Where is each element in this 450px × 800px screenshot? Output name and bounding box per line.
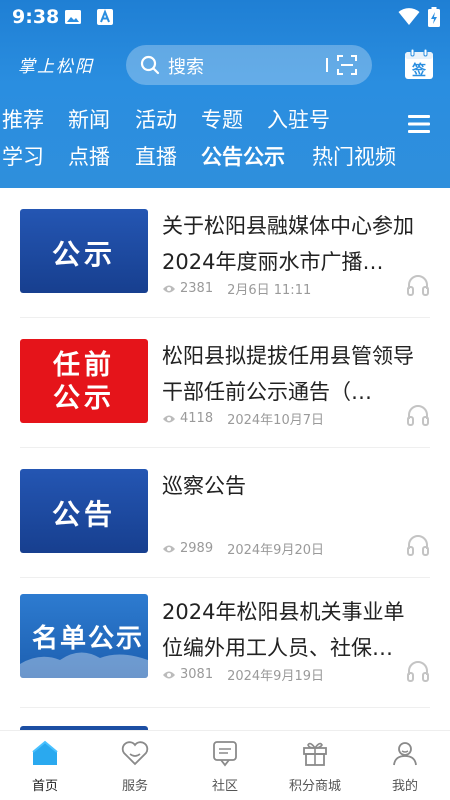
eye-icon [163, 671, 175, 678]
calendar-icon: 签 [405, 48, 433, 79]
article-meta: 4118 2024年10月7日 [162, 409, 324, 428]
headphone-icon[interactable] [406, 534, 430, 556]
search-bar[interactable]: 搜索 [126, 45, 372, 85]
eye-icon [163, 285, 175, 292]
status-bar: 9:38 [0, 0, 450, 34]
nav-tab-xuexi[interactable]: 学习 [2, 141, 44, 171]
headphone-icon[interactable] [406, 274, 430, 296]
sign-label: 签 [411, 62, 427, 79]
nav-tab-xinwen[interactable]: 新闻 [68, 104, 110, 134]
bottom-tab-bar: 首页 服务 社区 积分商城 我的 [0, 730, 450, 800]
article-thumbnail: 公示 [20, 209, 148, 293]
nav-tab-huodong[interactable]: 活动 [135, 104, 177, 134]
nav-tab-zhibo[interactable]: 直播 [135, 141, 177, 171]
tab-mine[interactable]: 我的 [360, 731, 450, 800]
view-count: 2989 [180, 541, 214, 556]
article-meta: 2381 2月6日 11:11 [162, 279, 311, 298]
thumbnail-text: 名单公示 [31, 624, 144, 654]
eye-icon [163, 415, 175, 422]
article-title: 关于松阳县融媒体中心参加2024年度丽水市广播… [162, 214, 414, 274]
article-title: 2024年松阳县机关事业单位编外用工人员、社保… [162, 600, 405, 660]
header: 9:38 掌上松阳 搜索 签 推荐 新闻 活动 专题 入驻号 学习 点播 直播 … [0, 0, 450, 188]
nav-tab-zhuanti[interactable]: 专题 [201, 104, 243, 134]
article-item[interactable]: 公示 关于松阳县融媒体中心参加2024年度丽水市广播… 2381 2月6日 11… [20, 188, 430, 318]
view-count: 4118 [180, 411, 214, 426]
gift-icon [303, 742, 327, 766]
headphone-icon[interactable] [406, 404, 430, 426]
image-icon [65, 10, 81, 24]
article-item[interactable]: 名单公示 2024年松阳县机关事业单位编外用工人员、社保… 3081 2024年… [20, 578, 430, 708]
publish-date: 2024年9月20日 [227, 543, 324, 558]
thumbnail-text: 公告 [51, 498, 116, 531]
view-count: 3081 [180, 667, 214, 682]
headphone-icon[interactable] [406, 660, 430, 682]
article-item-partial[interactable] [20, 708, 430, 730]
tab-label: 社区 [211, 779, 238, 794]
article-meta: 3081 2024年9月19日 [162, 665, 324, 684]
scan-icon[interactable] [336, 54, 358, 76]
tab-service[interactable]: 服务 [90, 731, 180, 800]
article-item[interactable]: 任前公示 松阳县拟提拔任用县管领导干部任前公示通告（… 4118 2024年10… [20, 318, 430, 448]
tab-home[interactable]: 首页 [0, 731, 90, 800]
search-placeholder: 搜索 [168, 57, 204, 78]
nav-tab-remenshipin[interactable]: 热门视频 [312, 141, 396, 171]
tab-label: 积分商城 [288, 779, 341, 794]
nav-tab-ruzhuhao[interactable]: 入驻号 [267, 104, 330, 134]
article-title: 巡察公告 [162, 474, 246, 498]
article-thumbnail: 任前公示 [20, 339, 148, 423]
article-list: 公示 关于松阳县融媒体中心参加2024年度丽水市广播… 2381 2月6日 11… [0, 188, 450, 730]
nav-tab-gonggaogongshi[interactable]: 公告公示 [201, 141, 285, 171]
status-right [398, 7, 440, 27]
app-logo[interactable]: 掌上松阳 [18, 52, 94, 77]
battery-charging-icon [428, 7, 440, 27]
tab-label: 我的 [391, 779, 418, 794]
tab-label: 服务 [121, 779, 148, 794]
article-item[interactable]: 公告 巡察公告 2989 2024年9月20日 [20, 448, 430, 578]
menu-icon[interactable] [406, 113, 432, 135]
search-divider [326, 58, 328, 72]
tab-community[interactable]: 社区 [180, 731, 270, 800]
user-icon [393, 742, 417, 766]
chat-icon [213, 741, 237, 767]
view-count: 2381 [180, 281, 214, 296]
article-thumbnail: 公告 [20, 469, 148, 553]
heart-icon [121, 741, 149, 766]
search-icon [140, 55, 160, 75]
article-title: 松阳县拟提拔任用县管领导干部任前公示通告（… [162, 344, 414, 404]
eye-icon [163, 545, 175, 552]
wifi-icon [398, 8, 420, 25]
status-time: 9:38 [12, 6, 60, 28]
thumbnail-text: 任前公示 [53, 350, 115, 414]
a-icon [97, 9, 113, 25]
publish-date: 2024年10月7日 [227, 413, 324, 428]
nav-tab-dianbo[interactable]: 点播 [68, 141, 110, 171]
nav-tab-tuijian[interactable]: 推荐 [2, 104, 44, 134]
publish-date: 2月6日 11:11 [227, 283, 312, 298]
thumbnail-text: 公示 [51, 238, 116, 271]
article-meta: 2989 2024年9月20日 [162, 539, 324, 558]
home-icon [32, 740, 58, 765]
tab-label: 首页 [31, 779, 58, 794]
publish-date: 2024年9月19日 [227, 669, 324, 684]
tab-points-mall[interactable]: 积分商城 [270, 731, 360, 800]
article-thumbnail: 名单公示 [20, 594, 148, 678]
sign-in-calendar-button[interactable]: 签 [404, 48, 434, 80]
